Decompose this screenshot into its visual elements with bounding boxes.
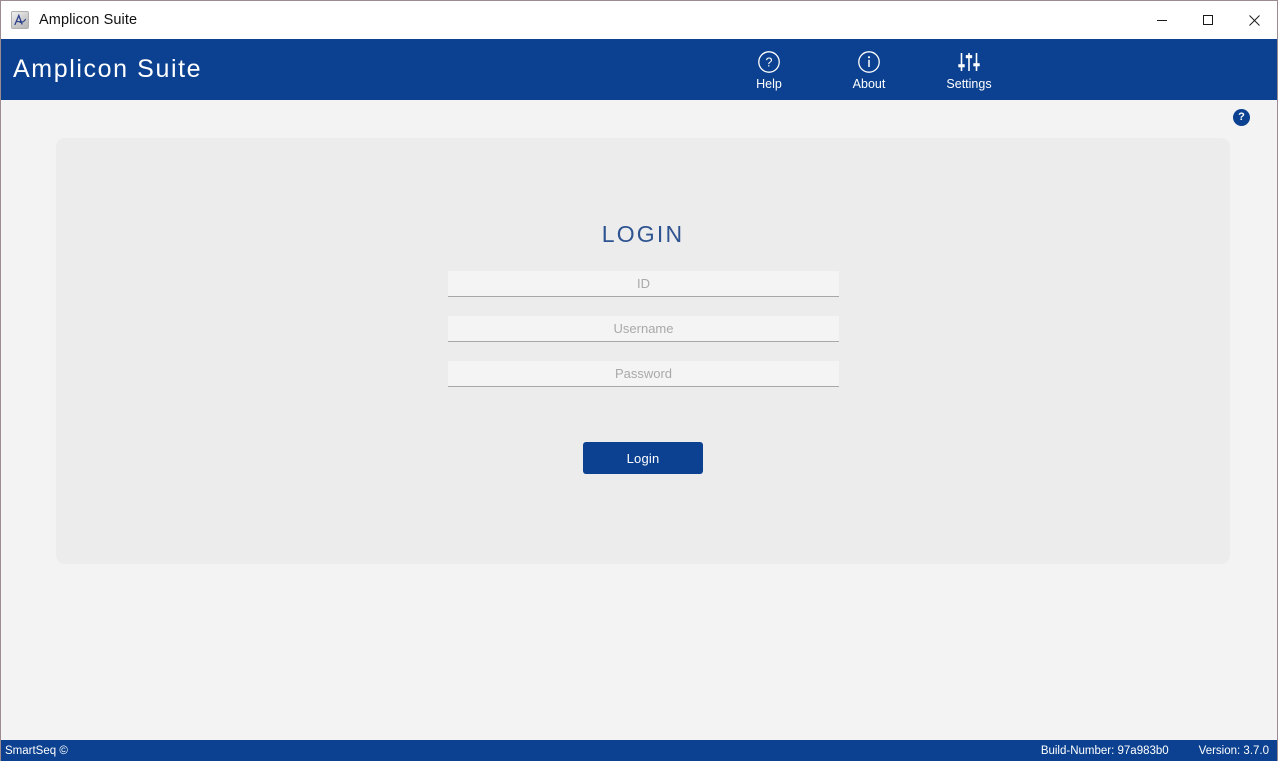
password-input[interactable] [448,361,839,387]
build-number-label: Build-Number: 97a983b0 [1040,744,1169,757]
app-logo-icon [11,11,29,29]
header-actions: ? Help About Settings [749,39,992,100]
page-title: LOGIN [601,221,685,247]
id-field-wrapper [448,271,839,297]
username-input[interactable] [448,316,839,342]
window-controls [1139,1,1277,39]
password-field-wrapper [448,361,839,387]
question-circle-icon: ? [757,49,781,75]
title-bar: Amplicon Suite [1,1,1277,39]
application-window: Amplicon Suite Amplicon Suite ? Help Abo… [0,0,1278,761]
login-form [448,271,839,406]
brand-title: Amplicon Suite [13,55,203,83]
help-label: Help [756,76,782,91]
login-button[interactable]: Login [583,442,703,474]
about-button[interactable]: About [849,49,889,91]
help-badge-icon[interactable]: ? [1233,109,1250,126]
info-circle-icon [857,49,881,75]
settings-label: Settings [946,76,992,91]
status-bar: SmartSeq © Build-Number: 97a983b0 Versio… [1,740,1277,761]
version-label: Version: 3.7.0 [1198,744,1269,757]
minimize-icon [1157,20,1167,21]
maximize-button[interactable] [1185,1,1231,39]
status-right-group: Build-Number: 97a983b0 Version: 3.7.0 [1041,745,1269,757]
help-button[interactable]: ? Help [749,49,789,91]
id-input[interactable] [448,271,839,297]
status-copyright: SmartSeq © [5,744,68,757]
maximize-icon [1203,15,1213,25]
window-title: Amplicon Suite [39,12,138,28]
header-bar: Amplicon Suite ? Help About Settings [1,39,1277,100]
content-area: ? LOGIN Login [1,100,1277,740]
username-field-wrapper [448,316,839,342]
sliders-icon [957,49,981,75]
close-icon [1248,14,1260,26]
settings-button[interactable]: Settings [946,49,992,91]
login-card: LOGIN Login [56,138,1230,564]
about-label: About [852,76,886,91]
svg-text:?: ? [766,55,773,69]
close-button[interactable] [1231,1,1277,39]
minimize-button[interactable] [1139,1,1185,39]
